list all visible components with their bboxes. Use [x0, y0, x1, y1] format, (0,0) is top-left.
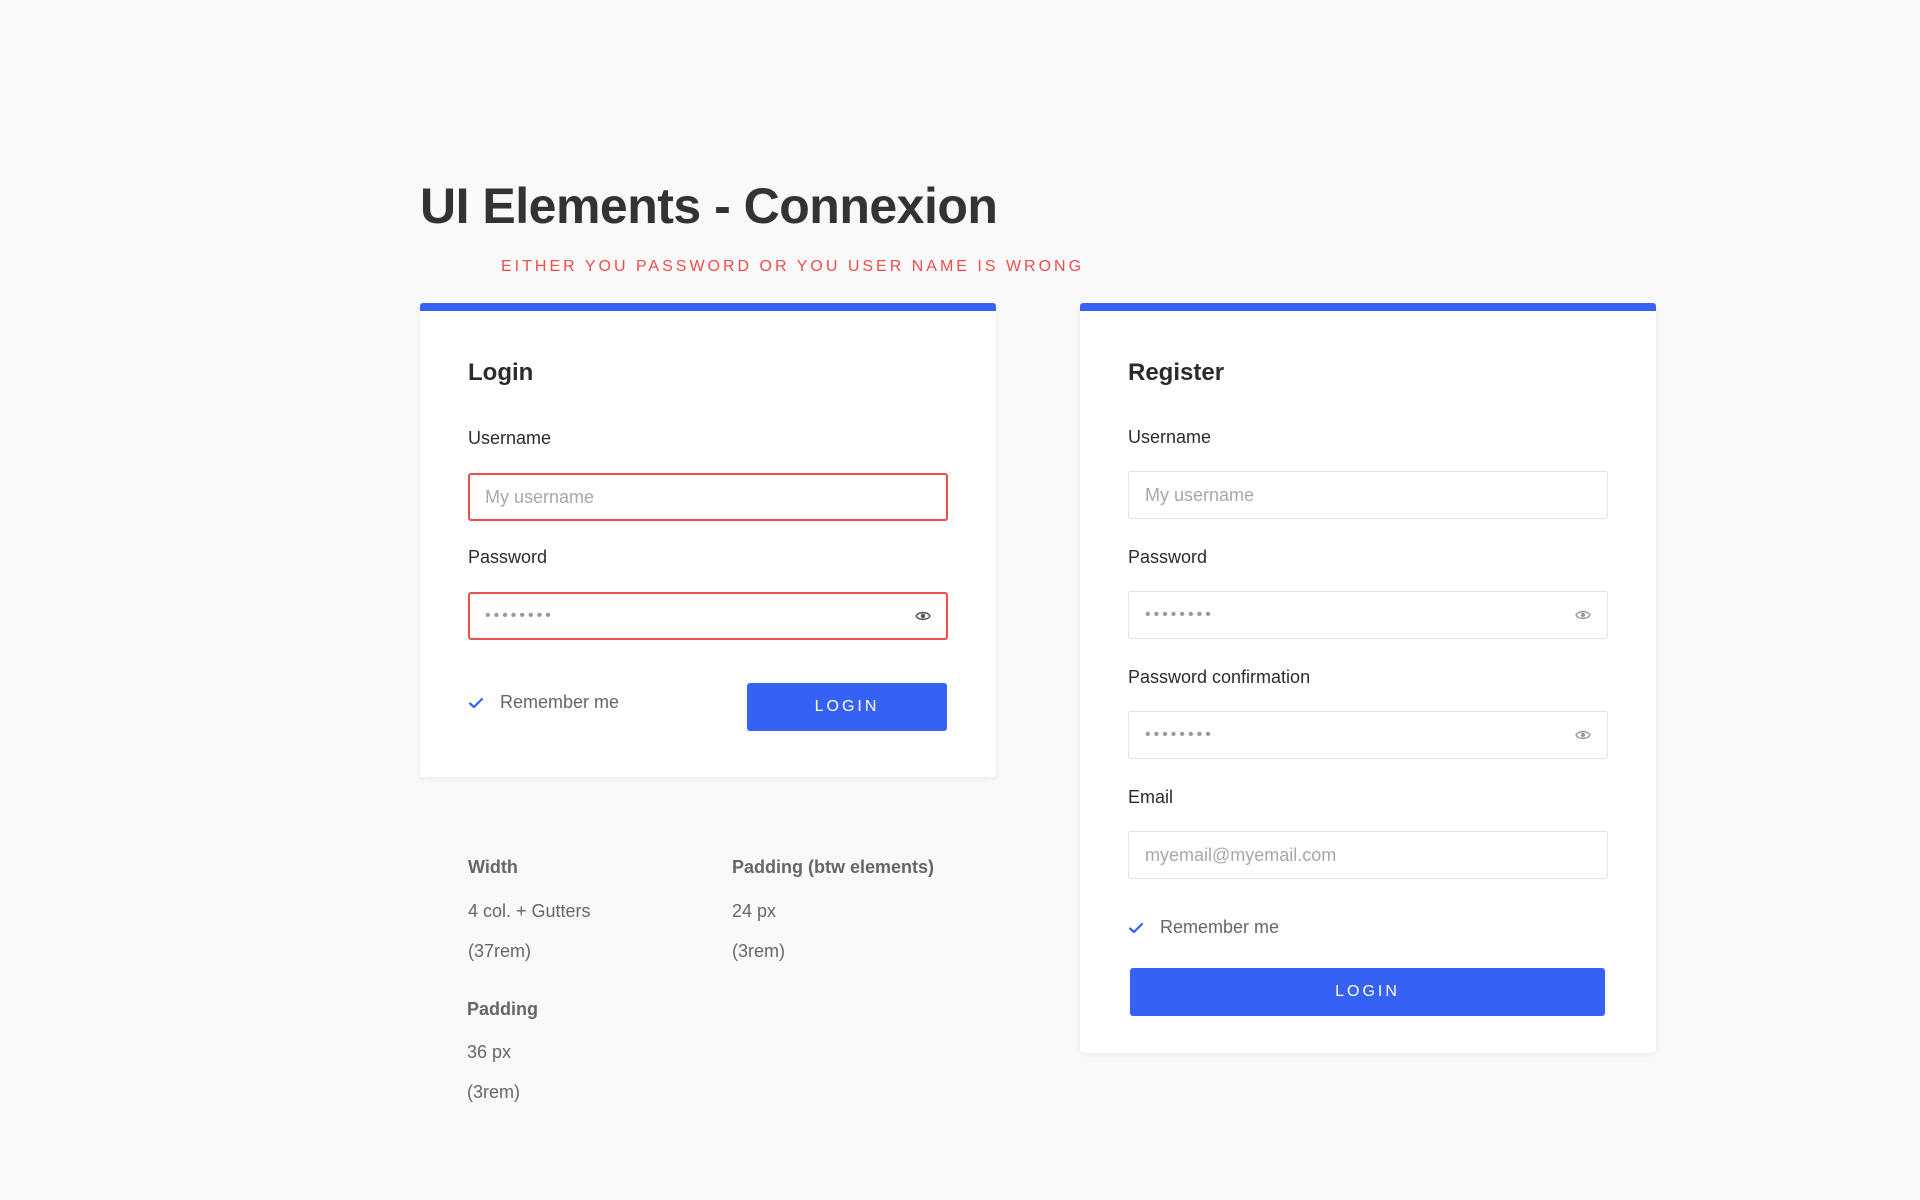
- login-title: Login: [468, 359, 534, 386]
- register-username-label: Username: [1128, 427, 1212, 447]
- spec-padding-between-heading: Padding (btw elements): [732, 857, 935, 877]
- register-password-label: Password: [1128, 547, 1208, 567]
- register-email-input[interactable]: [1145, 844, 1591, 866]
- spec-padding-value: 36 px: [467, 1042, 512, 1062]
- eye-icon[interactable]: [1575, 609, 1591, 621]
- spec-width-heading: Width: [468, 857, 518, 877]
- spec-padding-between-value: 24 px: [732, 901, 777, 921]
- spec-padding-between-rem: (3rem): [732, 941, 785, 961]
- login-password-label: Password: [468, 547, 548, 567]
- register-password-confirmation-label: Password confirmation: [1128, 667, 1311, 687]
- register-title: Register: [1128, 359, 1225, 386]
- register-password-confirmation-value[interactable]: ••••••••: [1145, 726, 1575, 744]
- register-username-input[interactable]: [1145, 484, 1591, 506]
- login-button[interactable]: LOGIN: [747, 683, 947, 731]
- spec-padding-rem: (3rem): [467, 1082, 520, 1102]
- login-remember-label: Remember me: [500, 692, 620, 712]
- checkmark-icon[interactable]: [468, 696, 484, 710]
- register-password-field[interactable]: ••••••••: [1128, 591, 1608, 639]
- register-password-confirmation-field[interactable]: ••••••••: [1128, 711, 1608, 759]
- login-username-label: Username: [468, 428, 552, 448]
- login-password-field[interactable]: ••••••••: [468, 592, 948, 640]
- register-remember-label: Remember me: [1160, 917, 1280, 937]
- register-email-label: Email: [1128, 787, 1174, 807]
- eye-icon[interactable]: [915, 610, 931, 622]
- login-remember-me[interactable]: Remember me: [468, 692, 619, 713]
- register-button[interactable]: LOGIN: [1130, 968, 1605, 1016]
- register-username-field[interactable]: [1128, 471, 1608, 519]
- login-card: Login Username Password •••••••• Remembe…: [420, 303, 996, 777]
- login-username-input[interactable]: [485, 486, 931, 508]
- register-password-value[interactable]: ••••••••: [1145, 606, 1575, 624]
- spec-padding-heading: Padding: [467, 999, 538, 1019]
- register-card: Register Username Password •••••••• Pass…: [1080, 303, 1656, 1053]
- checkmark-icon[interactable]: [1128, 921, 1144, 935]
- spec-width-rem: (37rem): [468, 941, 532, 961]
- spec-width-value: 4 col. + Gutters: [468, 901, 591, 921]
- error-message: EITHER YOU PASSWORD OR YOU USER NAME IS …: [501, 258, 1085, 275]
- login-password-value[interactable]: ••••••••: [485, 607, 915, 625]
- eye-icon[interactable]: [1575, 729, 1591, 741]
- register-email-field[interactable]: [1128, 831, 1608, 879]
- register-remember-me[interactable]: Remember me: [1128, 917, 1279, 938]
- login-username-field[interactable]: [468, 473, 948, 521]
- page-title: UI Elements - Connexion: [420, 178, 998, 234]
